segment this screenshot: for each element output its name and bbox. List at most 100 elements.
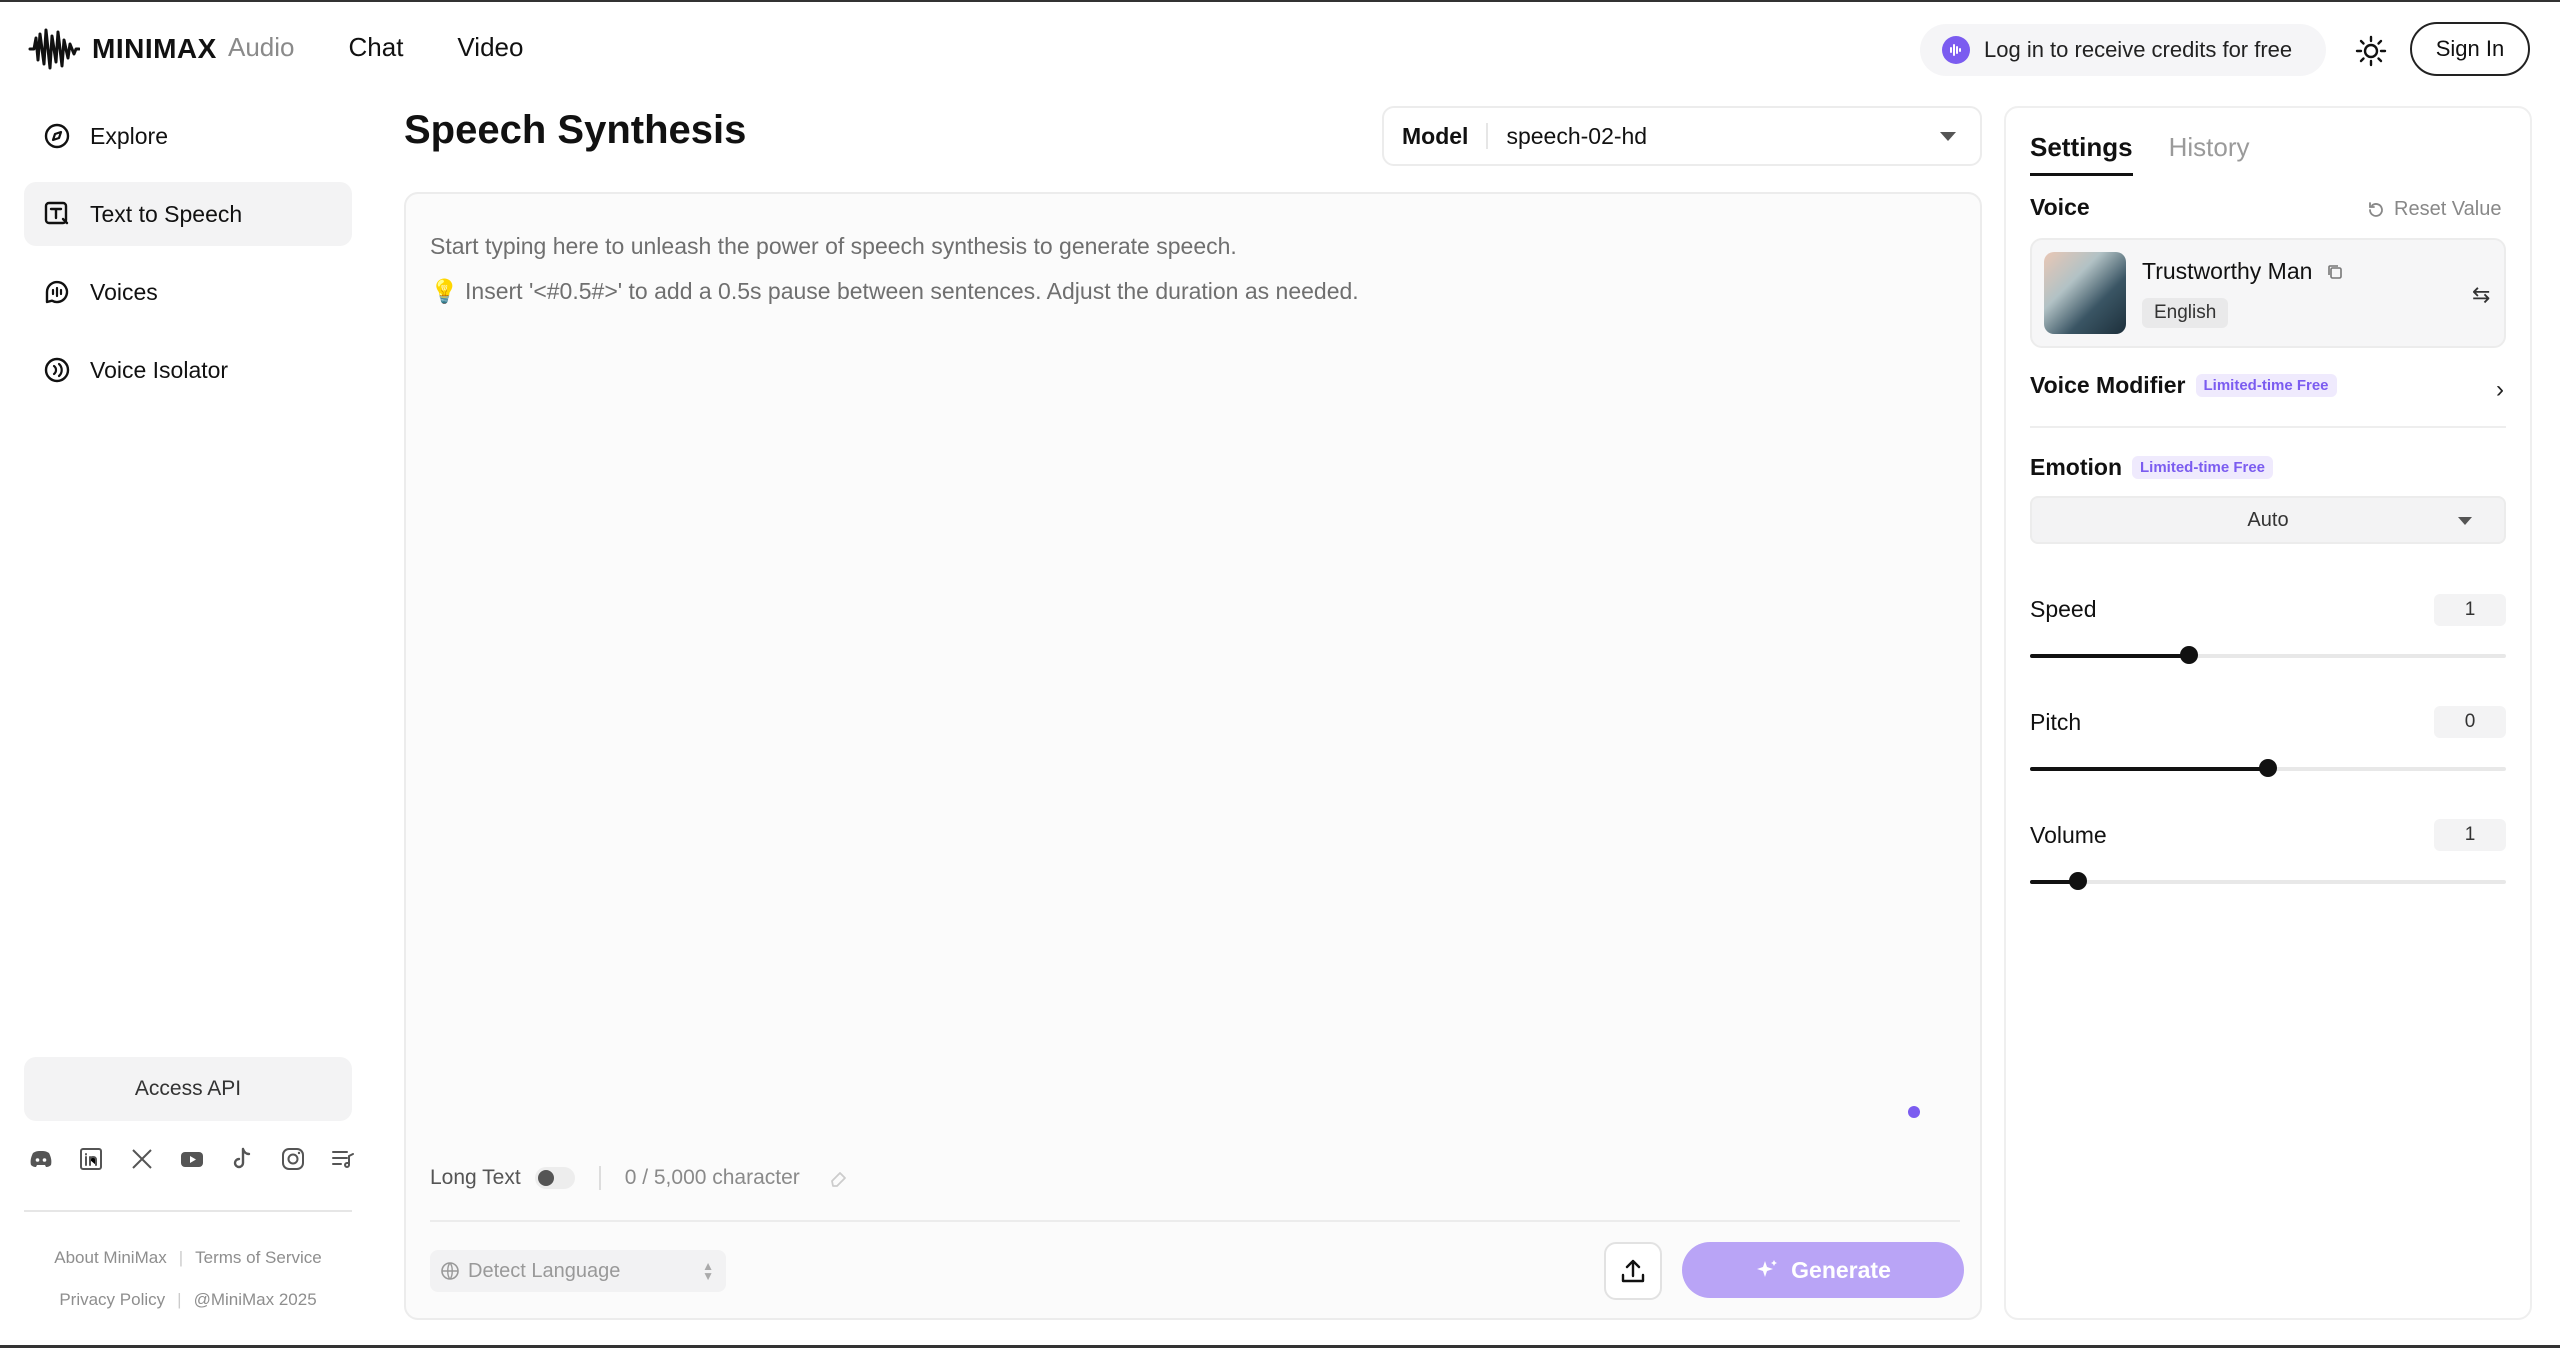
youtube-icon[interactable] (179, 1146, 205, 1172)
sidebar-divider (24, 1210, 352, 1212)
linkedin-icon[interactable] (78, 1146, 104, 1172)
nav-audio[interactable]: Audio (228, 32, 295, 63)
pitch-label: Pitch (2030, 709, 2082, 735)
emotion-select[interactable]: Auto (2030, 496, 2506, 544)
text-input-area[interactable]: Start typing here to unleash the power o… (404, 192, 1982, 1320)
editor-divider (430, 1220, 1960, 1222)
placeholder-hint: 💡 Insert '<#0.5#>' to add a 0.5s pause b… (430, 269, 1359, 314)
detect-language-label: Detect Language (468, 1259, 621, 1282)
minimax-wave-icon (28, 26, 80, 72)
tab-history[interactable]: History (2169, 132, 2250, 176)
limited-free-badge: Limited-time Free (2132, 456, 2274, 479)
editor-tools: Long Text 0 / 5,000 character (430, 1166, 850, 1190)
reset-value-button[interactable]: Reset Value (2366, 198, 2501, 221)
minimax-logo[interactable]: MINIMAX (28, 26, 217, 72)
detect-language-select[interactable]: Detect Language ▲ ▼ (430, 1250, 726, 1292)
slider-handle[interactable] (2259, 759, 2277, 777)
long-text-toggle[interactable] (534, 1167, 575, 1189)
placeholder-hint-text: Insert '<#0.5#>' to add a 0.5s pause bet… (465, 278, 1359, 304)
nav-chat[interactable]: Chat (349, 32, 404, 63)
sidebar-item-text-to-speech[interactable]: Text to Speech (24, 182, 352, 246)
pitch-slider[interactable] (2030, 759, 2506, 777)
volume-slider[interactable] (2030, 872, 2506, 890)
about-link[interactable]: About MiniMax (54, 1248, 166, 1268)
terms-link[interactable]: Terms of Service (195, 1248, 322, 1268)
panel-divider (2030, 426, 2506, 428)
sidebar-item-label: Voice Isolator (90, 356, 229, 383)
character-count: 0 / 5,000 character (624, 1166, 800, 1189)
chevron-right-icon[interactable]: › (2496, 376, 2504, 404)
social-links (28, 1146, 356, 1172)
privacy-link[interactable]: Privacy Policy (59, 1290, 165, 1310)
volume-value[interactable]: 1 (2434, 819, 2506, 851)
reset-label: Reset Value (2394, 198, 2502, 220)
top-header: MINIMAX Audio Chat Video Log in to recei… (0, 2, 2560, 96)
theme-toggle-sun-icon[interactable] (2354, 34, 2388, 68)
swap-voice-icon[interactable]: ⇆ (2472, 282, 2490, 308)
model-label: Model (1402, 123, 1489, 149)
playlist-icon[interactable] (330, 1146, 356, 1172)
login-credits-banner[interactable]: Log in to receive credits for free (1920, 24, 2326, 76)
globe-icon (441, 1262, 459, 1280)
sidebar-item-explore[interactable]: Explore (24, 104, 352, 168)
credits-text: Log in to receive credits for free (1984, 37, 2293, 62)
pitch-value[interactable]: 0 (2434, 706, 2506, 738)
lightbulb-icon: 💡 (430, 278, 459, 304)
access-api-button[interactable]: Access API (24, 1057, 352, 1121)
voice-isolator-icon (44, 357, 70, 383)
tools-divider (598, 1166, 601, 1190)
generate-label: Generate (1791, 1256, 1891, 1283)
audio-wave-icon (1942, 36, 1970, 64)
compass-icon (44, 123, 70, 149)
upload-button[interactable] (1604, 1242, 1662, 1300)
speed-label: Speed (2030, 596, 2097, 622)
discord-icon[interactable] (28, 1146, 54, 1172)
tiktok-icon[interactable] (229, 1146, 255, 1172)
long-text-label: Long Text (430, 1166, 521, 1189)
volume-label: Volume (2030, 822, 2107, 848)
text-placeholder: Start typing here to unleash the power o… (430, 224, 1359, 314)
slider-fill (2030, 767, 2268, 771)
voice-avatar (2044, 252, 2126, 334)
voice-name: Trustworthy Man (2142, 258, 2313, 284)
sidebar-item-voices[interactable]: Voices (24, 260, 352, 324)
nav-video[interactable]: Video (457, 32, 523, 63)
footer-links: About MiniMax | Terms of Service Privacy… (24, 1248, 352, 1332)
chevron-down-icon (1940, 131, 1956, 141)
emotion-value: Auto (2247, 508, 2289, 531)
brand-name: MINIMAX (92, 33, 217, 64)
x-icon[interactable] (129, 1146, 155, 1172)
sidebar-item-voice-isolator[interactable]: Voice Isolator (24, 338, 352, 402)
limited-free-badge: Limited-time Free (2195, 374, 2337, 397)
model-value: speech-02-hd (1506, 122, 1648, 149)
footer-separator: | (177, 1290, 182, 1309)
eraser-icon[interactable] (828, 1167, 850, 1189)
generate-button[interactable]: Generate (1682, 1242, 1964, 1298)
voice-card[interactable]: Trustworthy Man English ⇆ (2030, 238, 2506, 348)
voice-modifier-row[interactable]: Voice Modifier Limited-time Free (2030, 372, 2337, 399)
model-select[interactable]: Model speech-02-hd (1382, 106, 1982, 166)
settings-panel: Settings History Voice Reset Value Trust… (2004, 106, 2532, 1320)
toggle-knob (537, 1170, 554, 1186)
page-title: Speech Synthesis (404, 108, 747, 152)
sidebar-item-label: Explore (90, 122, 168, 149)
voice-label: Voice (2030, 194, 2090, 220)
reset-icon (2369, 201, 2383, 217)
tab-settings[interactable]: Settings (2030, 132, 2133, 176)
slider-handle[interactable] (2179, 646, 2198, 664)
copy-icon[interactable] (2326, 263, 2344, 281)
slider-handle[interactable] (2068, 872, 2087, 890)
sign-in-button[interactable]: Sign In (2410, 22, 2530, 76)
sidebar: Explore Text to Speech Voices Voice Isol… (24, 104, 352, 416)
instagram-icon[interactable] (280, 1146, 306, 1172)
status-dot (1908, 1106, 1920, 1118)
sidebar-item-label: Text to Speech (90, 200, 243, 227)
speed-value[interactable]: 1 (2434, 594, 2506, 626)
sort-arrows-icon: ▲ ▼ (702, 1259, 714, 1283)
emotion-row: Emotion Limited-time Free (2030, 454, 2274, 481)
speed-slider[interactable] (2030, 646, 2506, 664)
footer-separator: | (178, 1248, 184, 1267)
voice-name-row: Trustworthy Man (2142, 258, 2344, 285)
sidebar-item-label: Voices (90, 278, 158, 305)
top-nav: Audio Chat Video (228, 32, 523, 63)
